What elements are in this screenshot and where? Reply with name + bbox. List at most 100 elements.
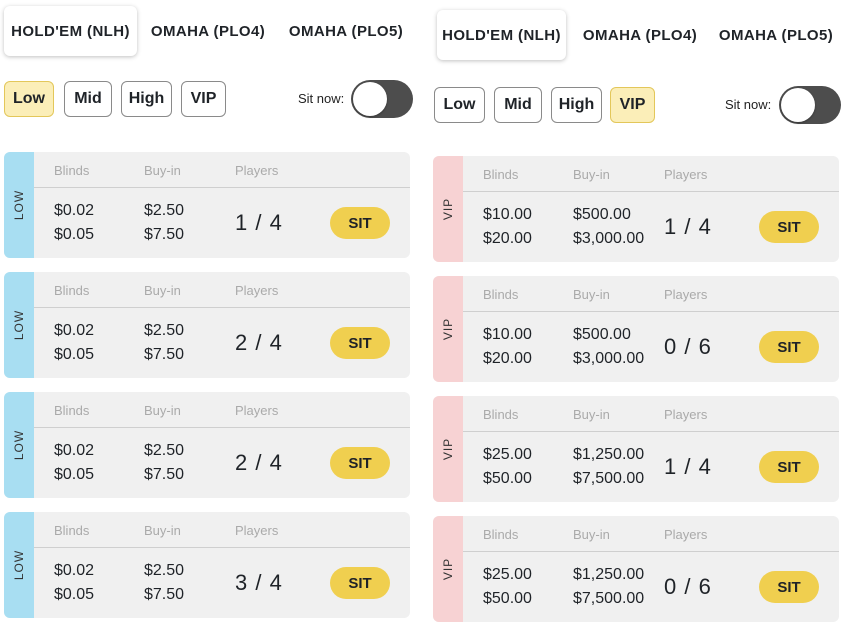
buyin-min: $2.50 [144,202,185,219]
header-divider [34,187,410,188]
player-count: 0 / 6 [664,574,712,599]
small-blind: $0.02 [54,322,95,339]
tab-holdem-nlh[interactable]: HOLD'EM (NLH) [4,6,137,56]
table-row: LOW Blinds Buy-in Players $0.02 $0.05 $2.50 $7.… [4,272,410,378]
big-blind: $0.05 [54,466,95,483]
blinds-header: Blinds [54,523,90,538]
stake-stripe: LOW [4,512,34,618]
header-divider [463,191,839,192]
header-divider [34,547,410,548]
buyin-header: Buy-in [573,167,610,182]
big-blind: $20.00 [483,230,532,247]
tab-omaha-plo4[interactable]: OMAHA (PLO4) [576,10,704,60]
small-blind: $10.00 [483,206,532,223]
buyin-header: Buy-in [144,283,181,298]
table-row: VIP Blinds Buy-in Players $10.00 $20.00 $500.0… [433,156,839,262]
stake-stripe: LOW [4,392,34,498]
stake-label: VIP [441,317,455,341]
players-header: Players [664,407,708,422]
table-row: LOW Blinds Buy-in Players $0.02 $0.05 $2.50 $7.… [4,152,410,258]
stake-stripe: VIP [433,516,463,622]
blinds-header: Blinds [54,283,90,298]
filter-vip-button[interactable]: VIP [181,81,226,117]
buyin-max: $7,500.00 [573,470,645,487]
blinds-header: Blinds [483,287,519,302]
sit-button[interactable]: SIT [330,567,390,599]
filter-high-button[interactable]: High [121,81,172,117]
big-blind: $0.05 [54,586,95,603]
header-divider [34,427,410,428]
buyin-min: $1,250.00 [573,566,645,583]
buyin-min: $2.50 [144,442,185,459]
blinds-header: Blinds [54,163,90,178]
players-header: Players [235,283,279,298]
small-blind: $25.00 [483,566,532,583]
buyin-max: $7,500.00 [573,590,645,607]
blinds-header: Blinds [483,527,519,542]
header-divider [463,311,839,312]
big-blind: $50.00 [483,470,532,487]
buyin-header: Buy-in [144,523,181,538]
stake-label: VIP [441,437,455,461]
big-blind: $0.05 [54,346,95,363]
sit-button[interactable]: SIT [759,451,819,483]
stake-label: VIP [441,197,455,221]
sit-now-label: Sit now: [725,97,772,112]
game-type-tabs: HOLD'EM (NLH) OMAHA (PLO4) OMAHA (PLO5) [433,10,843,62]
buyin-max: $7.50 [144,226,185,243]
player-count: 3 / 4 [235,570,283,595]
filter-mid-button[interactable]: Mid [494,87,542,123]
buyin-min: $500.00 [573,206,631,223]
tab-omaha-plo4[interactable]: OMAHA (PLO4) [144,6,272,56]
stake-label: LOW [12,189,26,221]
stake-stripe: VIP [433,156,463,262]
stake-stripe: LOW [4,152,34,258]
players-header: Players [235,403,279,418]
tab-omaha-plo5[interactable]: OMAHA (PLO5) [712,10,840,60]
filter-low-button[interactable]: Low [434,87,485,123]
sit-now-toggle[interactable] [779,86,841,124]
big-blind: $50.00 [483,590,532,607]
players-header: Players [664,527,708,542]
buyin-min: $2.50 [144,322,185,339]
blinds-header: Blinds [483,167,519,182]
player-count: 1 / 4 [664,454,712,479]
lobby-panel-right: HOLD'EM (NLH) OMAHA (PLO4) OMAHA (PLO5) … [433,0,843,622]
players-header: Players [664,167,708,182]
stake-stripe: LOW [4,272,34,378]
big-blind: $20.00 [483,350,532,367]
table-row: VIP Blinds Buy-in Players $25.00 $50.00 $1,250… [433,396,839,502]
players-header: Players [664,287,708,302]
sit-button[interactable]: SIT [330,207,390,239]
small-blind: $0.02 [54,202,95,219]
stake-label: VIP [441,557,455,581]
sit-button[interactable]: SIT [759,331,819,363]
sit-button[interactable]: SIT [330,327,390,359]
tab-holdem-nlh[interactable]: HOLD'EM (NLH) [437,10,566,60]
stake-stripe: VIP [433,396,463,502]
player-count: 2 / 4 [235,450,283,475]
stake-label: LOW [12,549,26,581]
buyin-min: $2.50 [144,562,185,579]
sit-now-toggle[interactable] [351,80,413,118]
small-blind: $10.00 [483,326,532,343]
buyin-header: Buy-in [144,403,181,418]
blinds-header: Blinds [483,407,519,422]
filter-low-button[interactable]: Low [4,81,54,117]
filter-mid-button[interactable]: Mid [64,81,112,117]
table-row: VIP Blinds Buy-in Players $25.00 $50.00 $1,250… [433,516,839,622]
table-row: VIP Blinds Buy-in Players $10.00 $20.00 $500.0… [433,276,839,382]
tab-omaha-plo5[interactable]: OMAHA (PLO5) [282,6,410,56]
sit-button[interactable]: SIT [330,447,390,479]
sit-button[interactable]: SIT [759,211,819,243]
player-count: 1 / 4 [235,210,283,235]
sit-button[interactable]: SIT [759,571,819,603]
big-blind: $0.05 [54,226,95,243]
filter-high-button[interactable]: High [551,87,602,123]
filter-vip-button[interactable]: VIP [610,87,655,123]
buyin-max: $7.50 [144,346,185,363]
stake-filter: Low Mid High VIP Sit now: [433,86,843,127]
toggle-knob [781,88,815,122]
player-count: 1 / 4 [664,214,712,239]
buyin-max: $3,000.00 [573,350,645,367]
